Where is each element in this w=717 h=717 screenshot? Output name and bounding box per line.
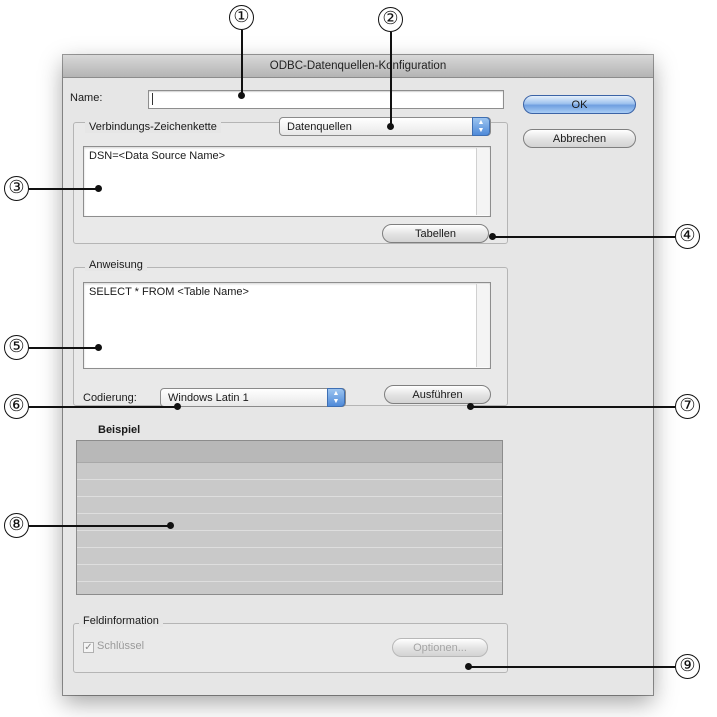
statement-scrollbar[interactable] [476,284,489,367]
updown-arrows-icon: ▲ ▼ [327,388,345,407]
callout-8: ⑧ [4,513,29,538]
table-row [77,480,502,497]
checkmark-icon: ✓ [84,642,93,653]
callout-7: ⑦ [675,394,700,419]
field-info-legend: Feldinformation [79,615,163,627]
callout-3-line [29,188,97,190]
callout-3: ③ [4,176,29,201]
statement-textarea[interactable]: SELECT * FROM <Table Name> [83,282,491,369]
callout-8-line [29,525,170,527]
text-cursor [152,93,153,105]
callout-3-dot [95,185,102,192]
table-row [77,548,502,565]
encoding-popup[interactable]: Windows Latin 1 ▲ ▼ [160,388,346,407]
callout-7-line [472,406,675,408]
name-input[interactable] [148,90,504,109]
callout-4: ④ [675,224,700,249]
tables-button[interactable]: Tabellen [382,224,489,243]
updown-arrows-icon: ▲ ▼ [472,117,490,136]
callout-8-dot [167,522,174,529]
execute-button[interactable]: Ausführen [384,385,491,404]
connection-text: DSN=<Data Source Name> [89,150,226,162]
table-row [77,565,502,582]
window-title: ODBC-Datenquellen-Konfiguration [63,55,653,78]
callout-5-dot [95,344,102,351]
table-row [77,582,502,598]
dialog-window: ODBC-Datenquellen-Konfiguration Name: OK… [63,55,653,695]
table-row [77,463,502,480]
callout-6-line [29,406,177,408]
example-table [76,440,503,595]
key-checkbox[interactable]: ✓ [83,642,94,653]
connection-legend: Verbindungs-Zeichenkette [85,121,221,133]
callout-2-dot [387,123,394,130]
encoding-label: Codierung: [83,392,137,404]
ok-button[interactable]: OK [523,95,636,114]
example-label: Beispiel [98,424,141,436]
callout-4-line [494,236,675,238]
callout-1: ① [229,5,254,30]
table-row [77,514,502,531]
table-row [77,497,502,514]
callout-1-dot [238,92,245,99]
statement-text: SELECT * FROM <Table Name> [89,286,249,298]
statement-legend: Anweisung [85,259,147,271]
callout-2: ② [378,7,403,32]
callout-2-line [390,32,392,125]
options-button[interactable]: Optionen... [392,638,488,657]
name-label: Name: [70,92,103,104]
callout-6-dot [174,403,181,410]
callout-7-dot [467,403,474,410]
callout-9: ⑨ [675,654,700,679]
callout-1-line [241,30,243,94]
callout-5-line [29,347,97,349]
example-header-row [77,441,502,463]
encoding-popup-value: Windows Latin 1 [168,392,249,404]
callout-6: ⑥ [4,394,29,419]
connection-textarea[interactable]: DSN=<Data Source Name> [83,146,491,217]
callout-4-dot [489,233,496,240]
connection-scrollbar[interactable] [476,148,489,215]
callout-9-dot [465,663,472,670]
datasource-popup-value: Datenquellen [287,121,352,133]
callout-9-line [470,666,675,668]
key-checkbox-label: Schlüssel [97,640,145,652]
cancel-button[interactable]: Abbrechen [523,129,636,148]
datasource-popup[interactable]: Datenquellen ▲ ▼ [279,117,491,136]
callout-5: ⑤ [4,335,29,360]
table-row [77,531,502,548]
